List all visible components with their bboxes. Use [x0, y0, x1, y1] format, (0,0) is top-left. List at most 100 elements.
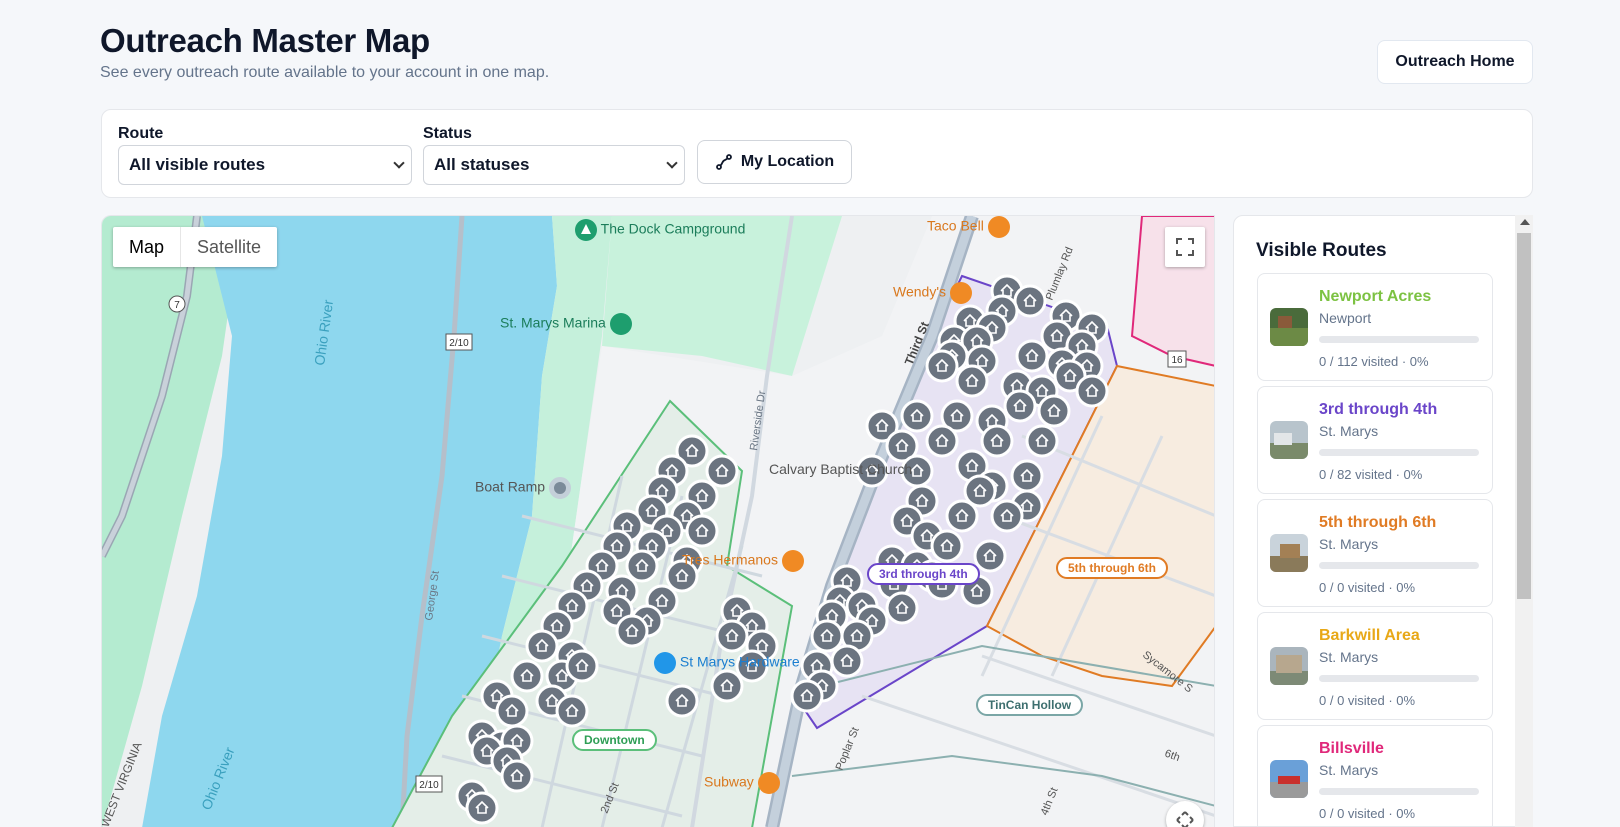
house-marker[interactable] — [500, 759, 534, 793]
campground-icon — [575, 219, 597, 241]
route-thumbnail — [1270, 760, 1308, 798]
pin-icon — [548, 477, 571, 499]
route-name: Billsville — [1319, 740, 1384, 757]
chevron-down-icon — [393, 157, 405, 169]
house-marker[interactable] — [1015, 339, 1049, 373]
route-card-barkwill-area[interactable]: Barkwill Area St. Marys 0 / 0 visited · … — [1257, 612, 1493, 720]
chevron-down-icon — [666, 157, 678, 169]
route-card-billsville[interactable]: Billsville St. Marys 0 / 0 visited · 0% — [1257, 725, 1493, 826]
fullscreen-button[interactable] — [1165, 227, 1205, 267]
restaurant-icon — [781, 550, 804, 572]
house-marker[interactable] — [665, 684, 699, 718]
my-location-label: My Location — [740, 153, 835, 170]
poi-campground[interactable]: The Dock Campground — [575, 219, 745, 241]
house-marker[interactable] — [1003, 389, 1037, 423]
route-label-3rd-4th[interactable]: 3rd through 4th — [867, 563, 980, 585]
route-progress-bar — [1319, 449, 1479, 456]
route-thumbnail — [1270, 421, 1308, 459]
scrollbar-thumb[interactable] — [1517, 233, 1531, 599]
route-area: Newport — [1319, 310, 1372, 326]
house-marker[interactable] — [1025, 424, 1059, 458]
route-visit-stat: 0 / 82 visited · 0% — [1319, 467, 1423, 482]
poi-subway[interactable]: Subway — [704, 772, 780, 794]
house-marker[interactable] — [525, 629, 559, 663]
house-marker[interactable] — [930, 529, 964, 563]
route-icon — [715, 154, 732, 170]
route-card-newport-acres[interactable]: Newport Acres Newport 0 / 112 visited · … — [1257, 273, 1493, 381]
move-icon — [1176, 811, 1194, 827]
status-select-value: All statuses — [434, 155, 530, 174]
house-marker[interactable] — [615, 614, 649, 648]
poi-hardware[interactable]: St Marys Hardware — [654, 652, 800, 674]
route-select[interactable]: All visible routes — [118, 145, 412, 185]
map-type-map[interactable]: Map — [113, 227, 182, 267]
page-subtitle: See every outreach route available to yo… — [100, 64, 550, 81]
sidebar-scrollbar[interactable] — [1515, 215, 1533, 827]
route-thumbnail — [1270, 647, 1308, 685]
map-type-satellite[interactable]: Satellite — [181, 227, 277, 267]
route-thumbnail — [1270, 534, 1308, 572]
house-marker[interactable] — [710, 669, 744, 703]
route-select-value: All visible routes — [129, 155, 266, 174]
house-marker[interactable] — [925, 349, 959, 383]
house-marker[interactable] — [1013, 284, 1047, 318]
svg-text:2/10: 2/10 — [419, 780, 439, 791]
poi-wendys[interactable]: Wendy's — [893, 282, 972, 304]
house-marker[interactable] — [1037, 394, 1071, 428]
poi-taco-bell[interactable]: Taco Bell — [927, 216, 1010, 238]
house-marker[interactable] — [810, 619, 844, 653]
house-marker[interactable] — [555, 694, 589, 728]
map-base[interactable]: 7 2/10 2/10 16 Ohio River Ohio River WES… — [102, 216, 1215, 827]
visible-routes-title: Visible Routes — [1256, 240, 1387, 261]
poi-tres-hermanos[interactable]: Tres Hermanos — [682, 550, 804, 572]
route-visit-stat: 0 / 112 visited · 0% — [1319, 354, 1429, 369]
house-marker[interactable] — [790, 679, 824, 713]
map-type-control: Map Satellite — [113, 227, 278, 267]
house-marker[interactable] — [885, 591, 919, 625]
my-location-button[interactable]: My Location — [697, 140, 852, 184]
shopping-icon — [654, 652, 676, 674]
route-label-downtown[interactable]: Downtown — [572, 729, 657, 751]
route-label-5th-6th[interactable]: 5th through 6th — [1056, 557, 1168, 579]
house-marker[interactable] — [1075, 374, 1109, 408]
house-marker[interactable] — [830, 644, 864, 678]
route-visit-stat: 0 / 0 visited · 0% — [1319, 693, 1416, 708]
house-marker[interactable] — [705, 454, 739, 488]
house-marker[interactable] — [925, 424, 959, 458]
house-marker[interactable] — [495, 694, 529, 728]
house-marker[interactable] — [465, 791, 499, 825]
house-marker[interactable] — [973, 539, 1007, 573]
poi-marina[interactable]: St. Marys Marina — [500, 313, 632, 335]
route-card-5th-6th[interactable]: 5th through 6th St. Marys 0 / 0 visited … — [1257, 499, 1493, 607]
outreach-home-button[interactable]: Outreach Home — [1377, 40, 1533, 84]
house-marker[interactable] — [980, 424, 1014, 458]
house-marker[interactable] — [510, 659, 544, 693]
house-marker[interactable] — [685, 514, 719, 548]
route-progress-bar — [1319, 675, 1479, 682]
route-progress-bar — [1319, 336, 1479, 343]
svg-text:2/10: 2/10 — [449, 338, 469, 349]
poi-church[interactable]: Calvary Baptist Church — [769, 461, 912, 477]
house-marker[interactable] — [990, 499, 1024, 533]
poi-boat-ramp[interactable]: Boat Ramp — [475, 477, 571, 499]
scroll-up-arrow-icon[interactable] — [1520, 219, 1530, 225]
house-marker[interactable] — [625, 549, 659, 583]
route-shield-210a: 2/10 — [445, 333, 473, 351]
house-marker[interactable] — [955, 364, 989, 398]
house-marker[interactable] — [945, 499, 979, 533]
house-marker[interactable] — [565, 649, 599, 683]
route-area: St. Marys — [1319, 423, 1379, 439]
route-area: St. Marys — [1319, 536, 1379, 552]
route-card-3rd-4th[interactable]: 3rd through 4th St. Marys 0 / 82 visited… — [1257, 386, 1493, 494]
route-label-tincan[interactable]: TinCan Hollow — [976, 694, 1084, 716]
route-visit-stat: 0 / 0 visited · 0% — [1319, 580, 1416, 595]
house-marker[interactable] — [900, 399, 934, 433]
route-name: 3rd through 4th — [1319, 401, 1438, 418]
route-shield-7: 7 — [168, 295, 186, 313]
map-canvas[interactable]: 7 2/10 2/10 16 Ohio River Ohio River WES… — [101, 215, 1215, 827]
house-marker[interactable] — [1010, 459, 1044, 493]
status-select[interactable]: All statuses — [423, 145, 685, 185]
house-marker[interactable] — [715, 619, 749, 653]
route-area: St. Marys — [1319, 649, 1379, 665]
svg-text:16: 16 — [1171, 355, 1183, 366]
